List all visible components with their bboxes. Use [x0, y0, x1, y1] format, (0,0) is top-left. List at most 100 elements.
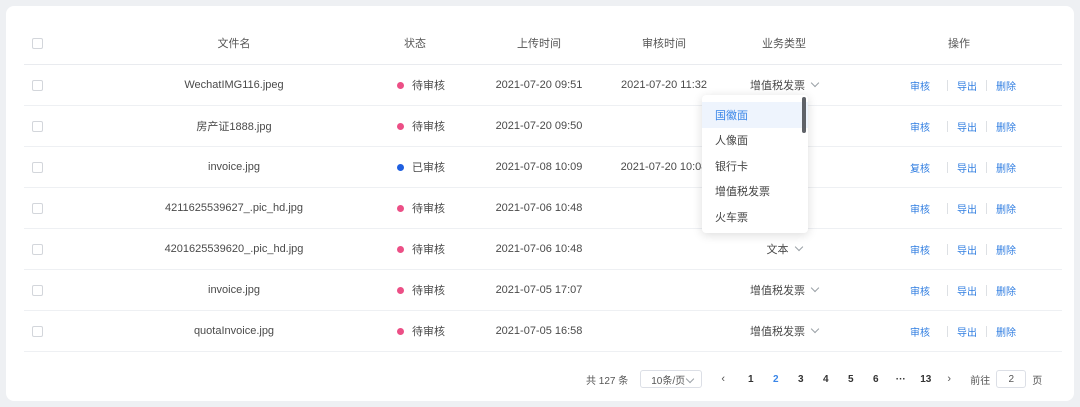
table-row: 房产证1888.jpg 待审核 2021-07-20 09:50 审核 导出 删… [24, 106, 1062, 147]
export-link[interactable]: 导出 [957, 324, 977, 339]
dropdown-scrollbar[interactable] [802, 97, 806, 133]
header-business-type: 业务类型 [762, 38, 806, 50]
dropdown-option[interactable]: 银行卡 [702, 153, 808, 179]
divider [986, 325, 987, 337]
review-link[interactable]: 审核 [910, 283, 930, 298]
row-actions: 审核 导出 删除 [904, 270, 1019, 310]
header-upload-time: 上传时间 [517, 38, 561, 50]
row-checkbox[interactable] [32, 243, 43, 255]
status-dot [397, 163, 404, 171]
export-link[interactable]: 导出 [957, 119, 977, 134]
status-label: 待审核 [412, 203, 445, 215]
file-name: quotaInvoice.jpg [193, 325, 275, 337]
goto-suffix: 页 [1032, 375, 1043, 387]
export-link[interactable]: 导出 [957, 201, 977, 216]
business-type-select[interactable]: 增值税发票 [724, 311, 844, 351]
page-size-value: 10条/页 [651, 375, 686, 387]
status: 待审核 [397, 311, 467, 351]
dropdown-option[interactable]: 火车票 [702, 204, 808, 230]
divider [986, 79, 987, 91]
row-actions: 审核 导出 删除 [904, 106, 1019, 146]
dropdown-option[interactable]: 国徽面 [702, 102, 808, 128]
page-number[interactable]: 1 [738, 374, 763, 385]
table-row: WechatIMG116.jpeg 待审核 2021-07-20 09:51 2… [24, 65, 1062, 106]
export-link[interactable]: 导出 [957, 78, 977, 93]
status-dot [397, 245, 404, 253]
page-number[interactable]: 13 [913, 374, 938, 385]
upload-time: 2021-07-06 10:48 [495, 202, 583, 214]
page-number[interactable]: 3 [788, 374, 813, 385]
divider [947, 202, 948, 214]
business-type-select[interactable]: 增值税发票 [724, 270, 844, 310]
select-all-checkbox[interactable] [32, 37, 43, 49]
review-link[interactable]: 审核 [910, 201, 930, 216]
export-link[interactable]: 导出 [957, 160, 977, 175]
status-dot [397, 122, 404, 130]
pagination: 共 127 条 10条/页 ‹ 1 2 3 4 5 6 ··· 13 › 前往 2 页 [586, 369, 1042, 389]
review-link[interactable]: 审核 [910, 119, 930, 134]
divider [986, 284, 987, 296]
page-number[interactable]: 5 [838, 374, 863, 385]
row-checkbox[interactable] [32, 325, 43, 337]
business-type-select[interactable]: 文本 [724, 229, 844, 269]
status-dot [397, 204, 404, 212]
export-link[interactable]: 导出 [957, 242, 977, 257]
delete-link[interactable]: 删除 [996, 78, 1016, 93]
table-row: invoice.jpg 待审核 2021-07-05 17:07 增值税发票 审… [24, 270, 1062, 311]
next-page-button[interactable]: › [942, 373, 956, 385]
status: 待审核 [397, 65, 467, 105]
page-number[interactable]: 4 [813, 374, 838, 385]
dropdown-option[interactable]: 增值税发票 [702, 179, 808, 205]
file-table-card: 文件名 状态 上传时间 审核时间 业务类型 操作 WechatIMG116.jp… [6, 6, 1074, 401]
review-time [599, 311, 729, 351]
header-review-time: 审核时间 [642, 38, 686, 50]
status-label: 已审核 [412, 162, 445, 174]
status-label: 待审核 [412, 244, 445, 256]
divider [986, 120, 987, 132]
upload-time: 2021-07-20 09:51 [495, 79, 583, 91]
review-link[interactable]: 审核 [910, 242, 930, 257]
file-name: invoice.jpg [208, 284, 260, 296]
divider [947, 161, 948, 173]
business-type-dropdown: 国徽面 人像面 银行卡 增值税发票 火车票 [702, 95, 808, 233]
row-checkbox[interactable] [32, 161, 43, 173]
page-size-select[interactable]: 10条/页 [640, 370, 703, 388]
table-row: quotaInvoice.jpg 待审核 2021-07-05 16:58 增值… [24, 311, 1062, 352]
upload-time: 2021-07-06 10:48 [495, 243, 583, 255]
export-link[interactable]: 导出 [957, 283, 977, 298]
chevron-down-icon [810, 78, 820, 88]
goto-page-input[interactable]: 2 [996, 370, 1027, 388]
row-checkbox[interactable] [32, 284, 43, 296]
pagination-total: 共 127 条 [586, 375, 629, 387]
prev-page-button[interactable]: ‹ [716, 373, 730, 385]
delete-link[interactable]: 删除 [996, 160, 1016, 175]
table-row: 4211625539627_.pic_hd.jpg 待审核 2021-07-06… [24, 188, 1062, 229]
dropdown-option[interactable]: 人像面 [702, 128, 808, 154]
review-link[interactable]: 复核 [910, 160, 930, 175]
chevron-down-icon [810, 324, 820, 334]
row-checkbox[interactable] [32, 79, 43, 91]
row-actions: 复核 导出 删除 [904, 147, 1019, 187]
file-name: invoice.jpg [208, 161, 260, 173]
business-type-value: 增值税发票 [750, 285, 805, 297]
delete-link[interactable]: 删除 [996, 324, 1016, 339]
status: 待审核 [397, 270, 467, 310]
page-number[interactable]: 6 [863, 374, 888, 385]
upload-time: 2021-07-05 17:07 [495, 284, 583, 296]
chevron-down-icon [686, 374, 695, 384]
upload-time: 2021-07-08 10:09 [495, 161, 583, 173]
delete-link[interactable]: 删除 [996, 283, 1016, 298]
delete-link[interactable]: 删除 [996, 242, 1016, 257]
pagination-ellipsis[interactable]: ··· [888, 374, 913, 385]
header-status: 状态 [404, 38, 426, 50]
page-number[interactable]: 2 [763, 374, 788, 385]
business-type-value: 增值税发票 [750, 80, 805, 92]
upload-time: 2021-07-05 16:58 [495, 325, 583, 337]
row-checkbox[interactable] [32, 120, 43, 132]
row-checkbox[interactable] [32, 202, 43, 214]
delete-link[interactable]: 删除 [996, 201, 1016, 216]
delete-link[interactable]: 删除 [996, 119, 1016, 134]
review-link[interactable]: 审核 [910, 78, 930, 93]
status-label: 待审核 [412, 80, 445, 92]
review-link[interactable]: 审核 [910, 324, 930, 339]
